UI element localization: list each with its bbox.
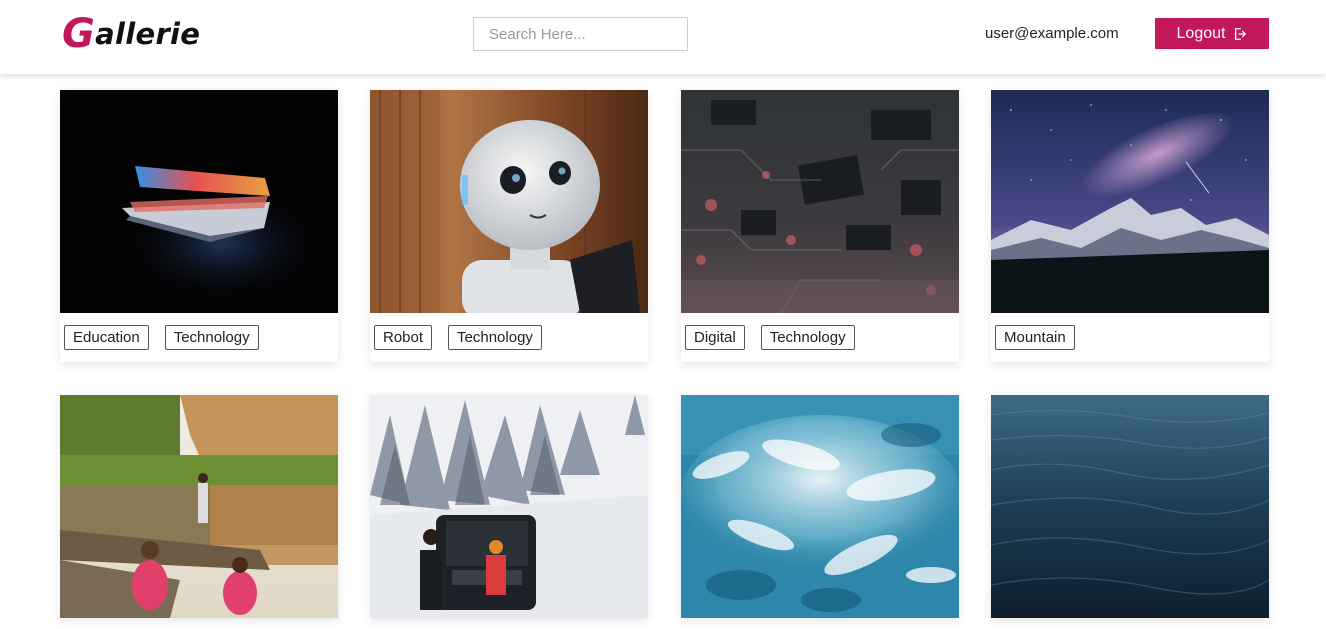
- tag-list: Mountain: [991, 313, 1269, 362]
- logo-first-letter: G: [62, 11, 96, 57]
- tag[interactable]: Technology: [448, 325, 542, 350]
- ocean-waves-aerial-photo[interactable]: [681, 395, 959, 618]
- tag[interactable]: Education: [64, 325, 149, 350]
- gallery-card[interactable]: [370, 395, 648, 618]
- logo-rest: allerie: [95, 17, 201, 51]
- gallery-card[interactable]: Robot Technology: [370, 90, 648, 362]
- gallery-card[interactable]: Mountain: [991, 90, 1269, 362]
- circuit-board-photo[interactable]: [681, 90, 959, 313]
- gallery-card[interactable]: Education Technology: [60, 90, 338, 362]
- top-navbar: Gallerie user@example.com Logout: [0, 0, 1326, 74]
- tag[interactable]: Technology: [164, 325, 259, 350]
- tag-list: Robot Technology: [370, 313, 648, 362]
- tag[interactable]: Technology: [760, 325, 855, 350]
- laptop-in-dark-photo[interactable]: [60, 90, 338, 313]
- dark-ocean-water-photo[interactable]: [991, 395, 1269, 618]
- snowy-car-camping-photo[interactable]: [370, 395, 648, 618]
- sign-out-icon: [1235, 27, 1247, 40]
- search-input[interactable]: [473, 17, 688, 51]
- campers-by-lake-photo[interactable]: [60, 395, 338, 618]
- user-email: user@example.com: [985, 25, 1119, 42]
- tag[interactable]: Digital: [685, 325, 745, 350]
- gallery-card[interactable]: [60, 395, 338, 618]
- gallery-card[interactable]: [681, 395, 959, 618]
- tag-list: Digital Technology: [681, 313, 959, 362]
- mountain-night-sky-photo[interactable]: [991, 90, 1269, 313]
- tag[interactable]: Mountain: [995, 325, 1075, 350]
- logout-button[interactable]: Logout: [1155, 18, 1269, 49]
- logout-label: Logout: [1176, 24, 1226, 42]
- gallery-card[interactable]: [991, 395, 1269, 618]
- tag-list: Education Technology: [60, 313, 338, 362]
- robot-photo[interactable]: [370, 90, 648, 313]
- gallery-card[interactable]: Digital Technology: [681, 90, 959, 362]
- tag[interactable]: Robot: [374, 325, 433, 350]
- gallerie-logo[interactable]: Gallerie: [62, 14, 200, 54]
